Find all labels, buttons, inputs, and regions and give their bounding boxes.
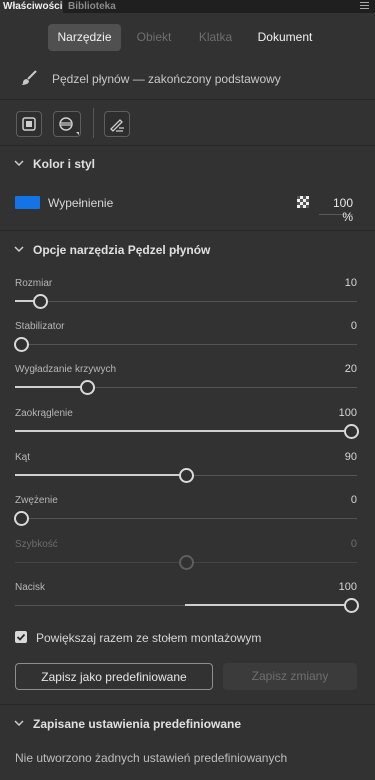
slider-row: Nacisk 100 [15, 581, 359, 622]
slider-fill [15, 474, 186, 476]
section-header-saved-presets[interactable]: Zapisane ustawienia predefiniowane [0, 714, 375, 734]
toolbar-divider [93, 108, 94, 138]
slider-fill [15, 386, 87, 388]
slider-value[interactable]: 10 [345, 277, 357, 289]
slider-value: 0 [350, 538, 357, 550]
chevron-down-icon [14, 160, 24, 167]
checkbox-label: Powiększaj razem ze stołem montażowym [36, 631, 262, 645]
divider [0, 99, 375, 100]
slider-label: Stabilizator [15, 321, 65, 332]
chevron-down-icon [14, 720, 24, 727]
fill-color-swatch[interactable] [15, 196, 40, 209]
slider-thumb[interactable] [178, 468, 194, 483]
slider-label: Nacisk [15, 582, 46, 593]
slider-fill [15, 430, 351, 432]
slider-label: Rozmiar [15, 278, 53, 289]
slider-track[interactable] [15, 344, 357, 345]
segment-tool[interactable]: Narzędzie [48, 24, 121, 51]
slider-value[interactable]: 0 [351, 494, 357, 506]
slider-row: Stabilizator 0 [13, 320, 357, 361]
slider-label: Wygładzanie krzywych [15, 364, 117, 375]
save-as-preset-button[interactable]: Zapisz jako predefiniowane [15, 663, 213, 690]
section-title: Kolor i styl [33, 157, 96, 171]
fill-opacity-input[interactable]: 100 % [319, 196, 353, 224]
slider-thumb[interactable] [13, 511, 29, 526]
slider-thumb[interactable] [343, 424, 359, 439]
chevron-down-icon [14, 246, 24, 253]
slider-thumb [178, 555, 194, 570]
slider-row: Szybkość 0 [15, 538, 357, 579]
brush-mode-button[interactable] [53, 111, 81, 137]
segment-object[interactable]: Obiekt [127, 24, 181, 51]
slider-thumb[interactable] [33, 294, 49, 309]
divider [0, 704, 375, 705]
slider-row: Rozmiar 10 [15, 277, 357, 318]
slider-value[interactable]: 100 [339, 581, 357, 593]
fill-label: Wypełnienie [48, 196, 114, 210]
brush-mode-icon [59, 117, 79, 135]
slider-row: Wygładzanie krzywych 20 [15, 363, 357, 404]
slider-row: Zaokrąglenie 100 [15, 407, 359, 448]
slider-track[interactable] [15, 518, 357, 519]
pressure-pen-icon [110, 119, 124, 132]
checkmark-icon [16, 633, 26, 641]
brush-icon [21, 70, 37, 85]
tab-properties[interactable]: Właściwości [0, 0, 63, 13]
checkbox[interactable] [15, 631, 27, 643]
pressure-pen-button[interactable] [104, 111, 130, 137]
object-drawing-mode-icon [22, 117, 36, 131]
section-title: Zapisane ustawienia predefiniowane [33, 717, 242, 731]
slider-value[interactable]: 90 [345, 451, 357, 463]
panel-tab-bar: Właściwości Biblioteka [0, 0, 375, 13]
segment-document[interactable]: Dokument [250, 24, 320, 51]
slider-value[interactable]: 0 [351, 320, 357, 332]
divider [0, 145, 375, 146]
save-changes-button[interactable]: Zapisz zmiany [223, 663, 357, 690]
tool-name-row: Pędzel płynów — zakończony podstawowy [16, 65, 361, 91]
slider-label: Szybkość [15, 539, 58, 550]
divider [0, 230, 375, 231]
slider-label: Kąt [15, 452, 31, 463]
slider-thumb[interactable] [343, 598, 359, 613]
segment-frame[interactable]: Klatka [188, 24, 243, 51]
slider-label: Zwężenie [15, 495, 58, 506]
tool-name-label: Pędzel płynów — zakończony podstawowy [52, 72, 281, 86]
section-header-color-style[interactable]: Kolor i styl [0, 154, 375, 174]
tab-library[interactable]: Biblioteka [68, 0, 116, 13]
slider-fill [185, 604, 351, 606]
slider-value[interactable]: 100 [339, 407, 357, 419]
slider-value[interactable]: 20 [345, 363, 357, 375]
slider-thumb[interactable] [79, 380, 95, 395]
slider-track[interactable] [15, 301, 357, 302]
presets-empty-message: Nie utworzono żadnych ustawień predefini… [15, 751, 288, 765]
transparency-checker-icon [297, 196, 309, 208]
slider-row: Zwężenie 0 [13, 494, 357, 535]
slider-row: Kąt 90 [15, 451, 357, 492]
slider-label: Zaokrąglenie [15, 408, 73, 419]
fill-row: Wypełnienie 100 % [15, 194, 360, 224]
section-title: Opcje narzędzia Pędzel płynów [33, 243, 211, 257]
object-drawing-mode-button[interactable] [16, 111, 42, 137]
slider-thumb[interactable] [13, 337, 29, 352]
section-header-tool-options[interactable]: Opcje narzędzia Pędzel płynów [0, 240, 375, 260]
panel-menu-icon[interactable] [360, 2, 369, 11]
